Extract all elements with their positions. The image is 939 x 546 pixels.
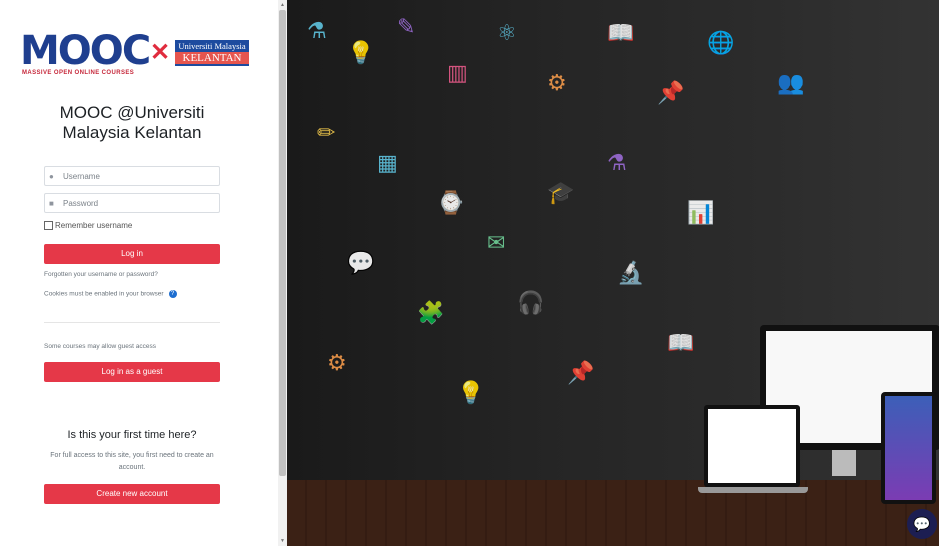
graduation-cap-icon: 🎓: [547, 180, 575, 205]
pin-icon: 📌: [567, 360, 595, 385]
scroll-thumb[interactable]: [279, 10, 286, 476]
username-input[interactable]: [63, 171, 213, 181]
logo-university: Universiti Malaysia KELANTAN: [175, 40, 249, 66]
atom-icon: ⚛: [497, 20, 517, 45]
forgot-password-link[interactable]: Forgotten your username or password?: [44, 271, 158, 278]
login-button[interactable]: Log in: [44, 244, 220, 264]
gear-icon: ⚙: [547, 70, 567, 95]
chart-icon: ▥: [447, 60, 468, 85]
question-circle-icon[interactable]: ?: [168, 290, 177, 298]
laptop-image: [698, 405, 808, 493]
first-time-description: For full access to this site, you first …: [50, 452, 214, 471]
wooden-table: [287, 480, 939, 546]
mooc-umk-logo: MOOC MASSIVE OPEN ONLINE COURSES ✕ Unive…: [20, 26, 249, 80]
microscope-icon: 🔬: [617, 260, 645, 285]
create-account-button[interactable]: Create new account: [44, 484, 220, 504]
light-icon: 💡: [457, 380, 485, 405]
user-icon: ●: [49, 171, 54, 181]
compass-icon: ✎: [397, 14, 416, 39]
pin-icon: 📌: [657, 80, 685, 105]
calculator-icon: ▦: [377, 150, 398, 175]
remember-username[interactable]: Remember username: [44, 221, 132, 230]
bar-chart-icon: 📊: [687, 200, 715, 225]
umk-mark-icon: ✕: [150, 39, 171, 66]
book-icon: 📖: [667, 330, 695, 355]
puzzle-icon: 🧩: [417, 300, 445, 325]
headphones-icon: 🎧: [517, 290, 545, 315]
divider: [44, 322, 220, 323]
logo-brand: MOOC: [20, 28, 151, 74]
tablet-image: [881, 392, 936, 504]
cookies-text: Cookies must be enabled in your browser: [44, 290, 164, 298]
users-icon: 👥: [777, 70, 805, 95]
password-field[interactable]: ■: [44, 193, 220, 213]
lock-icon: ■: [49, 198, 54, 208]
password-input[interactable]: [63, 198, 213, 208]
guest-access-text: Some courses may allow guest access: [44, 343, 156, 350]
flask-icon: ⚗: [607, 150, 627, 175]
globe-icon: 🌐: [707, 30, 735, 55]
scroll-up-icon[interactable]: ▲: [280, 2, 285, 8]
remember-label: Remember username: [55, 221, 133, 230]
guest-login-button[interactable]: Log in as a guest: [44, 362, 220, 382]
logo-tagline: MASSIVE OPEN ONLINE COURSES: [22, 70, 135, 76]
login-panel: MOOC MASSIVE OPEN ONLINE COURSES ✕ Unive…: [0, 0, 278, 546]
pencil-icon: ✏: [317, 120, 336, 145]
background-illustration: ⚗ 💡 ✎ ▥ ⚛ ⚙ 📖 📌 🌐 👥 ✏ ▦ ⌚ ✉ 🎓 ⚗ 💬 🧩 🎧 🔬 …: [287, 0, 939, 546]
bulb-icon: 💡: [347, 40, 375, 65]
clock-icon: ⌚: [437, 190, 465, 215]
cookies-notice: Cookies must be enabled in your browser?: [44, 290, 177, 298]
gear-icon: ⚙: [327, 350, 347, 375]
first-time-heading: Is this your first time here?: [67, 429, 197, 441]
chat-icon[interactable]: 💬: [907, 509, 937, 539]
site-title: MOOC @Universiti Malaysia Kelantan: [59, 103, 205, 142]
remember-checkbox[interactable]: [44, 221, 53, 230]
flask-icon: ⚗: [307, 18, 327, 43]
book-icon: 📖: [607, 20, 635, 45]
envelope-icon: ✉: [487, 230, 506, 255]
scroll-down-icon[interactable]: ▼: [280, 538, 285, 544]
chat-bubble-icon: 💬: [347, 250, 375, 275]
username-field[interactable]: ●: [44, 166, 220, 186]
scrollbar[interactable]: ▲ ▼: [278, 0, 287, 546]
